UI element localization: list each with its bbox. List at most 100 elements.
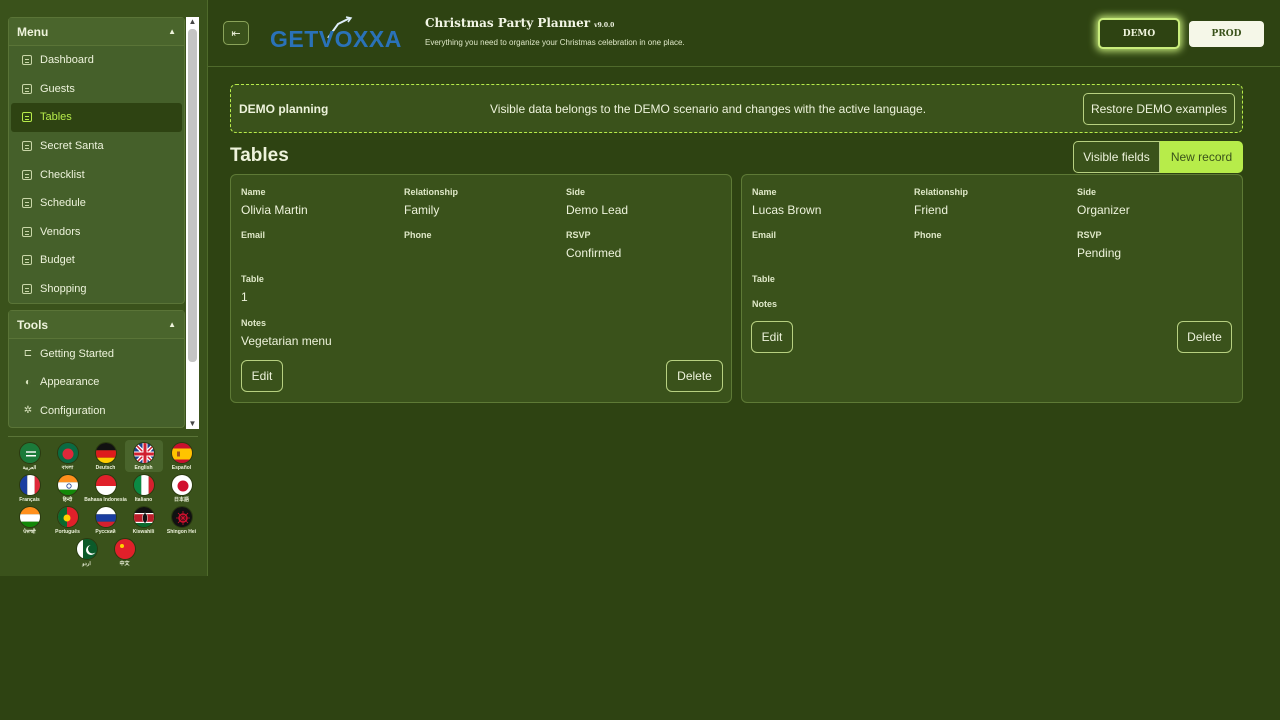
language-option-arabic[interactable]: العربية — [11, 440, 49, 472]
collapse-arrow-icon: ⇤ — [231, 27, 241, 40]
field-table: Table 1 — [241, 274, 264, 304]
field-email: Email — [241, 230, 265, 246]
language-option-portuguese[interactable]: Português — [49, 504, 87, 536]
field-label: Phone — [914, 230, 942, 240]
language-option-bengali[interactable]: বাংলা — [49, 440, 87, 472]
field-relationship: Relationship Family — [404, 187, 458, 217]
indonesia-flag-icon — [94, 474, 117, 496]
language-option-urdu[interactable]: اردو — [68, 536, 106, 568]
field-label: RSVP — [1077, 230, 1102, 240]
language-option-hindi[interactable]: हिन्दी — [49, 472, 87, 504]
language-option-spanish[interactable]: Español — [163, 440, 201, 472]
scrollbar-thumb[interactable] — [188, 29, 197, 362]
field-value: 1 — [241, 290, 248, 304]
edit-button[interactable]: Edit — [241, 360, 283, 392]
language-label: Français — [19, 497, 40, 503]
sidebar-item-tables[interactable]: Tables — [11, 103, 182, 132]
field-label: Relationship — [404, 187, 459, 197]
collapse-caret-icon[interactable]: ▲ — [168, 320, 176, 329]
sidebar-item-vendors[interactable]: Vendors — [11, 218, 182, 247]
language-option-chinese[interactable]: 中文 — [106, 536, 144, 568]
field-value: Vegetarian menu — [241, 334, 332, 348]
scroll-down-icon[interactable]: ▼ — [186, 419, 199, 429]
visible-fields-button[interactable]: Visible fields — [1073, 141, 1160, 173]
language-option-russian[interactable]: Русский — [87, 504, 125, 536]
language-option-german[interactable]: Deutsch — [87, 440, 125, 472]
field-label: Notes — [241, 318, 267, 328]
document-icon — [22, 83, 32, 94]
gear-icon: ✲ — [23, 405, 33, 417]
field-label: Notes — [752, 299, 778, 309]
sidebar-item-label: Shopping — [40, 283, 87, 296]
sidebar-item-getting-started[interactable]: ⊏ Getting Started — [11, 339, 182, 368]
delete-button[interactable]: Delete — [666, 360, 723, 392]
sidebar-item-checklist[interactable]: Checklist — [11, 160, 182, 189]
language-label: Kiswahili — [132, 529, 155, 535]
shingon-flag-icon — [170, 506, 193, 528]
field-table: Table — [752, 274, 775, 284]
pakistan-flag-icon — [75, 538, 98, 560]
field-label: Email — [752, 230, 777, 240]
japan-flag-icon — [170, 474, 193, 496]
collapse-sidebar-button[interactable]: ⇤ — [223, 21, 249, 45]
document-icon — [22, 141, 32, 152]
document-icon — [22, 226, 32, 237]
sidebar-item-schedule[interactable]: Schedule — [11, 189, 182, 218]
germany-flag-icon — [94, 442, 117, 464]
field-value: Pending — [1077, 246, 1122, 260]
prod-mode-button[interactable]: PROD — [1189, 21, 1264, 47]
page-title: Tables — [230, 145, 289, 166]
field-label: Relationship — [914, 187, 969, 197]
sidebar-item-configuration[interactable]: ✲ Configuration — [11, 397, 182, 426]
app-title: Christmas Party Planner v9.0.0 — [425, 16, 614, 30]
field-value: Family — [404, 203, 440, 217]
language-label: العربية — [22, 465, 37, 471]
sidebar: Menu ▲ Dashboard Guests Tables Secret Sa… — [0, 0, 208, 576]
new-record-button[interactable]: New record — [1160, 141, 1243, 173]
delete-button[interactable]: Delete — [1177, 321, 1232, 353]
language-option-french[interactable]: Français — [11, 472, 49, 504]
field-relationship: Relationship Friend — [914, 187, 968, 217]
sidebar-item-label: Schedule — [40, 197, 86, 210]
sidebar-divider — [8, 436, 198, 437]
sidebar-menu-scroll: Menu ▲ Dashboard Guests Tables Secret Sa… — [8, 17, 185, 429]
field-notes: Notes Vegetarian menu — [241, 318, 332, 348]
language-label: 中文 — [119, 561, 130, 567]
field-email: Email — [752, 230, 776, 246]
language-label: Shingon Hei — [166, 529, 197, 535]
portugal-flag-icon — [56, 506, 79, 528]
field-label: Table — [241, 274, 264, 284]
document-icon — [22, 112, 32, 123]
sidebar-item-dashboard[interactable]: Dashboard — [11, 46, 182, 75]
edit-button[interactable]: Edit — [751, 321, 793, 353]
language-option-japanese[interactable]: 日本語 — [163, 472, 201, 504]
language-label: Español — [171, 465, 192, 471]
tools-section-header[interactable]: Tools ▲ — [9, 311, 184, 340]
language-option-swahili[interactable]: Kiswahili — [125, 504, 163, 536]
language-option-english[interactable]: English — [124, 440, 163, 472]
menu-section-header[interactable]: Menu ▲ — [9, 18, 184, 46]
sidebar-item-shopping[interactable]: Shopping — [11, 275, 182, 304]
sidebar-item-budget[interactable]: Budget — [11, 246, 182, 275]
collapse-caret-icon[interactable]: ▲ — [168, 27, 176, 36]
language-option-italian[interactable]: Italiano — [125, 472, 163, 504]
language-option-shingon[interactable]: Shingon Hei — [163, 504, 201, 536]
sidebar-item-appearance[interactable]: ◐ Appearance — [11, 368, 182, 397]
language-label: Italiano — [134, 497, 153, 503]
sidebar-item-label: Budget — [40, 254, 75, 267]
restore-demo-button[interactable]: Restore DEMO examples — [1083, 93, 1235, 125]
language-option-indonesian[interactable]: Bahasa Indonesia — [84, 472, 127, 504]
language-label: Deutsch — [95, 465, 116, 471]
language-option-punjabi[interactable]: ਪੰਜਾਬੀ — [11, 504, 49, 536]
sidebar-item-label: Guests — [40, 82, 75, 95]
field-label: Name — [752, 187, 777, 197]
demo-mode-button[interactable]: DEMO — [1098, 18, 1180, 49]
demo-banner: DEMO planning Visible data belongs to th… — [230, 84, 1243, 133]
sidebar-item-secret-santa[interactable]: Secret Santa — [11, 132, 182, 161]
sidebar-scrollbar[interactable]: ▲ ▼ — [186, 17, 199, 429]
scroll-up-icon[interactable]: ▲ — [186, 17, 199, 27]
language-label: Bahasa Indonesia — [84, 497, 127, 503]
sidebar-item-guests[interactable]: Guests — [11, 75, 182, 104]
field-value: Confirmed — [566, 246, 622, 260]
china-flag-icon — [113, 538, 136, 560]
